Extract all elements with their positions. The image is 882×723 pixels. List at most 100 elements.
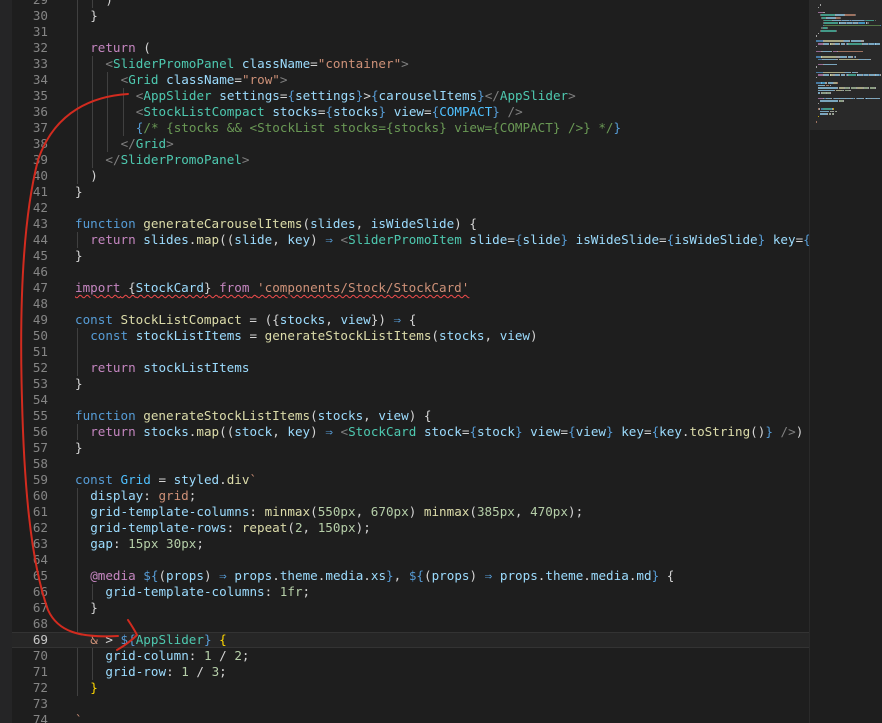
minimap-token [824, 22, 839, 24]
minimap-token [817, 102, 819, 105]
code-line[interactable]: 44 return slides.map((slide, key) ⇒ <Slid… [12, 232, 809, 248]
minimap-token [851, 56, 853, 58]
code-line[interactable]: 37 {/* {stocks && <StockList stocks={stoc… [12, 120, 809, 136]
code-token: const [75, 312, 113, 327]
minimap-token [817, 6, 819, 9]
code-line[interactable]: 47 import {StockCard} from 'components/St… [12, 280, 809, 296]
line-number: 70 [32, 648, 48, 663]
code-line[interactable]: 56 return stocks.map((stock, key) ⇒ <Stoc… [12, 424, 809, 440]
code-line[interactable]: 49 const StockListCompact = ({stocks, vie… [12, 312, 809, 328]
code-line[interactable]: 74 ` [12, 712, 809, 723]
minimap-token [867, 22, 870, 24]
code-token: ( [158, 568, 167, 583]
code-token: key [287, 424, 311, 439]
code-token: { [659, 568, 675, 583]
code-line[interactable]: 34 <Grid className="row"> [12, 72, 809, 88]
line-number: 73 [32, 696, 48, 711]
code-line[interactable]: 46 [12, 264, 809, 280]
code-token: div [226, 472, 250, 487]
code-text: <AppSlider settings={settings}>{carousel… [136, 88, 576, 104]
code-token: StockCard [135, 280, 204, 295]
code-line[interactable]: 65 @media ${(props) ⇒ props.theme.media.x… [12, 568, 809, 584]
code-line[interactable]: 62 grid-template-rows: repeat(2, 150px); [12, 520, 809, 536]
minimap-token [823, 50, 832, 53]
code-line[interactable]: 60 display: grid; [12, 488, 809, 504]
code-token: } [378, 104, 387, 119]
code-token: return [90, 360, 136, 375]
code-line[interactable]: 58 [12, 456, 809, 472]
code-token: function [75, 216, 136, 231]
code-token: , [325, 312, 341, 327]
code-token: stock [423, 424, 462, 439]
minimap-token [821, 30, 836, 32]
code-token: slides [143, 232, 189, 247]
code-line[interactable]: 61 grid-template-columns: minmax(550px, 6… [12, 504, 809, 520]
minimap-token [824, 71, 844, 74]
code-line[interactable]: 66 grid-template-columns: 1fr; [12, 584, 809, 600]
code-line[interactable]: 68 [12, 616, 809, 632]
line-number: 63 [32, 536, 48, 551]
code-line[interactable]: 69 & > ${AppSlider} { [12, 632, 809, 648]
code-line[interactable]: 51 [12, 344, 809, 360]
minimap-token [874, 87, 877, 89]
code-line[interactable]: 63 gap: 15px 30px; [12, 536, 809, 552]
code-line[interactable]: 70 grid-column: 1 / 2; [12, 648, 809, 664]
code-line[interactable]: 39 </SliderPromoPanel> [12, 152, 809, 168]
code-token: ; [196, 536, 204, 551]
code-line[interactable]: 57} [12, 440, 809, 456]
code-token: ${ [408, 568, 424, 583]
code-line[interactable]: 71 grid-row: 1 / 3; [12, 664, 809, 680]
code-line[interactable]: 59 const Grid = styled.div` [12, 472, 809, 488]
code-editor[interactable]: 29)30}3132return (33<SliderPromoPanel cl… [0, 0, 882, 723]
code-token: slide [234, 232, 273, 247]
code-line[interactable]: 33 <SliderPromoPanel className="container… [12, 56, 809, 72]
code-line[interactable]: 53} [12, 376, 809, 392]
code-token: > [568, 88, 576, 103]
line-number: 66 [32, 584, 48, 599]
code-text: ) [105, 0, 113, 8]
code-line[interactable]: 30} [12, 8, 809, 24]
code-text: } [75, 376, 83, 392]
code-token: theme [279, 568, 318, 583]
code-text: import {StockCard} from 'components/Stoc… [75, 280, 469, 296]
minimap[interactable] [809, 0, 882, 723]
code-line[interactable]: 31 [12, 24, 809, 40]
code-line[interactable]: 36 <StockListCompact stocks={stocks} view… [12, 104, 809, 120]
code-line[interactable]: 73 [12, 696, 809, 712]
code-line[interactable]: 35 <AppSlider settings={settings}>{carous… [12, 88, 809, 104]
code-line[interactable]: 38 </Grid> [12, 136, 809, 152]
code-token: ); [355, 520, 371, 535]
code-line[interactable]: 67} [12, 600, 809, 616]
code-line[interactable]: 45} [12, 248, 809, 264]
code-token: "row" [241, 72, 280, 87]
code-line[interactable]: 32 return ( [12, 40, 809, 56]
code-token: } [203, 280, 220, 295]
code-token: props [431, 568, 470, 583]
code-token: ` [75, 712, 83, 723]
code-line[interactable]: 50 const stockListItems = generateStockLi… [12, 328, 809, 344]
code-line[interactable]: 55 function generateStockListItems(stocks… [12, 408, 809, 424]
line-number: 67 [32, 600, 48, 615]
code-line[interactable]: 52 return stockListItems [12, 360, 809, 376]
code-text: grid-template-rows: repeat(2, 150px); [90, 520, 371, 536]
code-token: return [90, 40, 136, 55]
code-line[interactable]: 40) [12, 168, 809, 184]
code-line[interactable]: 64 [12, 552, 809, 568]
code-line[interactable]: 41} [12, 184, 809, 200]
code-area[interactable]: 29)30}3132return (33<SliderPromoPanel cl… [12, 0, 809, 723]
code-text: </SliderPromoPanel> [105, 152, 249, 168]
code-token: md [636, 568, 652, 583]
line-number: 45 [32, 248, 48, 263]
code-token: </ [120, 136, 136, 151]
code-token: , [393, 568, 409, 583]
code-line[interactable]: 42 [12, 200, 809, 216]
code-line[interactable]: 29) [12, 0, 809, 8]
line-number: 56 [32, 424, 48, 439]
code-line[interactable]: 43 function generateCarouselItems(slides,… [12, 216, 809, 232]
code-line[interactable]: 72} [12, 680, 809, 696]
code-line[interactable]: 48 [12, 296, 809, 312]
code-line[interactable]: 54 [12, 392, 809, 408]
